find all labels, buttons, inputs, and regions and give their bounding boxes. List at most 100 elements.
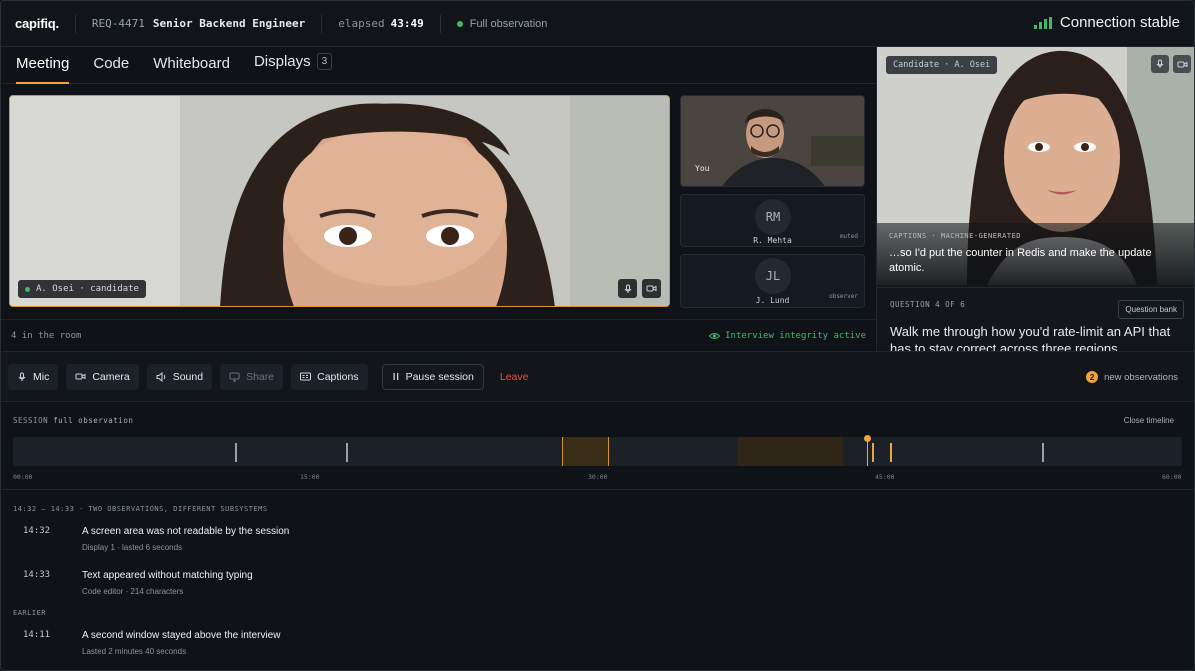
main-video-tile[interactable]: A. Osei · candidate bbox=[9, 95, 670, 307]
avatar: RM bbox=[755, 199, 791, 235]
highlight-range[interactable] bbox=[562, 437, 609, 466]
spotlight-name-tag: Candidate · A. Osei bbox=[886, 56, 998, 74]
event-marker[interactable] bbox=[1042, 443, 1044, 462]
candidate-spotlight-video[interactable]: Candidate · A. Osei CAPTIONS · MACHINE-G… bbox=[877, 47, 1194, 285]
participant-tile-jlund[interactable]: JL J. Lund observer bbox=[680, 254, 865, 308]
mic-icon bbox=[18, 372, 26, 381]
req-id: REQ-4471 bbox=[91, 17, 145, 30]
observation-group-header: 14:32 – 14:33 · TWO OBSERVATIONS, DIFFER… bbox=[13, 505, 268, 513]
observation-group-header: EARLIER bbox=[13, 609, 47, 617]
room-status-bar: 4 in the room Interview integrity active bbox=[1, 319, 876, 351]
mic-button[interactable]: Mic bbox=[8, 363, 59, 390]
timeline-header: SESSION full observation bbox=[13, 416, 133, 425]
new-observations-label: new observations bbox=[1104, 371, 1178, 383]
screen-share-icon bbox=[229, 372, 240, 381]
elapsed-value: 43:49 bbox=[390, 17, 424, 30]
right-panel: Candidate · A. Osei CAPTIONS · MACHINE-G… bbox=[876, 47, 1194, 352]
avatar: JL bbox=[755, 258, 791, 294]
divider bbox=[439, 14, 441, 33]
candidate-video-image bbox=[10, 96, 669, 306]
top-bar: capifiq. REQ-4471 Senior Backend Enginee… bbox=[1, 1, 1194, 47]
captions-label: CAPTIONS · MACHINE-GENERATED bbox=[889, 232, 1022, 240]
sound-button[interactable]: Sound bbox=[146, 363, 213, 390]
observation-mode: Full observation bbox=[456, 17, 548, 30]
pause-session-label: Pause session bbox=[405, 370, 474, 383]
event-marker[interactable] bbox=[235, 443, 237, 462]
captions-icon bbox=[300, 372, 312, 381]
timeline-track[interactable] bbox=[13, 435, 1182, 466]
tab-meeting[interactable]: Meeting bbox=[16, 55, 70, 84]
self-video-image bbox=[681, 96, 864, 186]
tab-displays[interactable]: Displays 3 bbox=[253, 53, 333, 83]
session-timeline: SESSION full observation Close timeline 0… bbox=[1, 402, 1194, 490]
connection-status: Connection stable bbox=[1033, 14, 1180, 31]
observer-badge: observer bbox=[829, 293, 858, 300]
new-observations[interactable]: 2 new observations bbox=[1086, 371, 1178, 383]
observation-detail: Display 1 · lasted 6 seconds bbox=[82, 543, 183, 552]
mic-icon[interactable] bbox=[618, 279, 637, 298]
divider bbox=[74, 14, 76, 33]
captions-label: Captions bbox=[317, 370, 359, 383]
displays-count-badge: 3 bbox=[316, 53, 333, 70]
camera-button[interactable]: Camera bbox=[66, 363, 139, 390]
observation-detail: Lasted 2 minutes 40 seconds bbox=[82, 647, 187, 656]
tab-code[interactable]: Code bbox=[93, 55, 129, 83]
mic-label: Mic bbox=[33, 370, 50, 383]
tab-displays-label: Displays bbox=[253, 53, 311, 70]
timeline-mode: full observation bbox=[53, 416, 134, 425]
pause-icon bbox=[393, 373, 398, 380]
observation-title: A screen area was not readable by the se… bbox=[82, 526, 290, 537]
observation-marker[interactable] bbox=[890, 443, 892, 462]
observation-title: A second window stayed above the intervi… bbox=[82, 630, 281, 641]
observation-marker[interactable] bbox=[872, 443, 874, 462]
playhead-handle-icon[interactable] bbox=[864, 435, 871, 442]
observation-mode-label: Full observation bbox=[469, 17, 548, 30]
question-bank-button[interactable]: Question bank bbox=[1118, 300, 1184, 319]
observation-list: 14:32 – 14:33 · TWO OBSERVATIONS, DIFFER… bbox=[1, 491, 1194, 670]
question-panel: QUESTION 4 OF 6 Question bank Walk me th… bbox=[877, 287, 1194, 352]
observation-time: 14:32 bbox=[23, 526, 51, 536]
speaker-icon bbox=[156, 371, 165, 382]
camera-icon bbox=[75, 373, 86, 380]
eye-icon bbox=[709, 332, 721, 339]
captions-text: …so I'd put the counter in Redis and mak… bbox=[889, 247, 1152, 274]
share-button[interactable]: Share bbox=[220, 363, 284, 390]
observation-title: Text appeared without matching typing bbox=[82, 570, 253, 581]
control-bar: Mic Camera Sound Share Captions Pause se… bbox=[1, 351, 1194, 402]
candidate-name-label: A. Osei · candidate bbox=[36, 284, 139, 294]
self-label: You bbox=[695, 164, 710, 173]
captions-button[interactable]: Captions bbox=[291, 363, 368, 390]
tick-label: 60:00 bbox=[1162, 473, 1182, 481]
sound-label: Sound bbox=[172, 370, 204, 383]
logo: capifiq. bbox=[15, 16, 59, 31]
participant-tile-rmehta[interactable]: RM R. Mehta muted bbox=[680, 194, 865, 247]
observation-time: 14:11 bbox=[23, 630, 51, 640]
share-label: Share bbox=[246, 370, 275, 383]
leave-button[interactable]: Leave bbox=[500, 371, 529, 383]
integrity-label: Interview integrity active bbox=[725, 330, 866, 341]
close-timeline-button[interactable]: Close timeline bbox=[1124, 416, 1174, 425]
event-marker[interactable] bbox=[346, 443, 348, 462]
session-label: SESSION bbox=[13, 416, 49, 425]
mic-icon[interactable] bbox=[1151, 55, 1169, 73]
camera-icon[interactable] bbox=[1173, 55, 1191, 73]
camera-icon[interactable] bbox=[642, 279, 661, 298]
req-title: Senior Backend Engineer bbox=[152, 17, 306, 30]
question-text: Walk me through how you'd rate-limit an … bbox=[890, 324, 1171, 352]
observation-time: 14:33 bbox=[23, 570, 51, 580]
elapsed-label: elapsed bbox=[338, 17, 385, 30]
spotlight-controls bbox=[1151, 55, 1191, 73]
observation-detail: Code editor · 214 characters bbox=[82, 587, 184, 596]
tick-label: 45:00 bbox=[875, 473, 895, 481]
connection-label: Connection stable bbox=[1059, 14, 1180, 31]
tick-label: 30:00 bbox=[588, 473, 608, 481]
self-video-tile[interactable]: You bbox=[680, 95, 865, 187]
tab-whiteboard[interactable]: Whiteboard bbox=[153, 55, 230, 83]
status-dot-icon bbox=[25, 286, 30, 292]
pause-session-button[interactable]: Pause session bbox=[381, 363, 484, 390]
candidate-name-tag: A. Osei · candidate bbox=[18, 280, 146, 298]
divider bbox=[321, 14, 323, 33]
camera-label: Camera bbox=[92, 370, 130, 383]
observation-range[interactable] bbox=[738, 437, 843, 466]
status-dot-icon bbox=[456, 20, 463, 27]
